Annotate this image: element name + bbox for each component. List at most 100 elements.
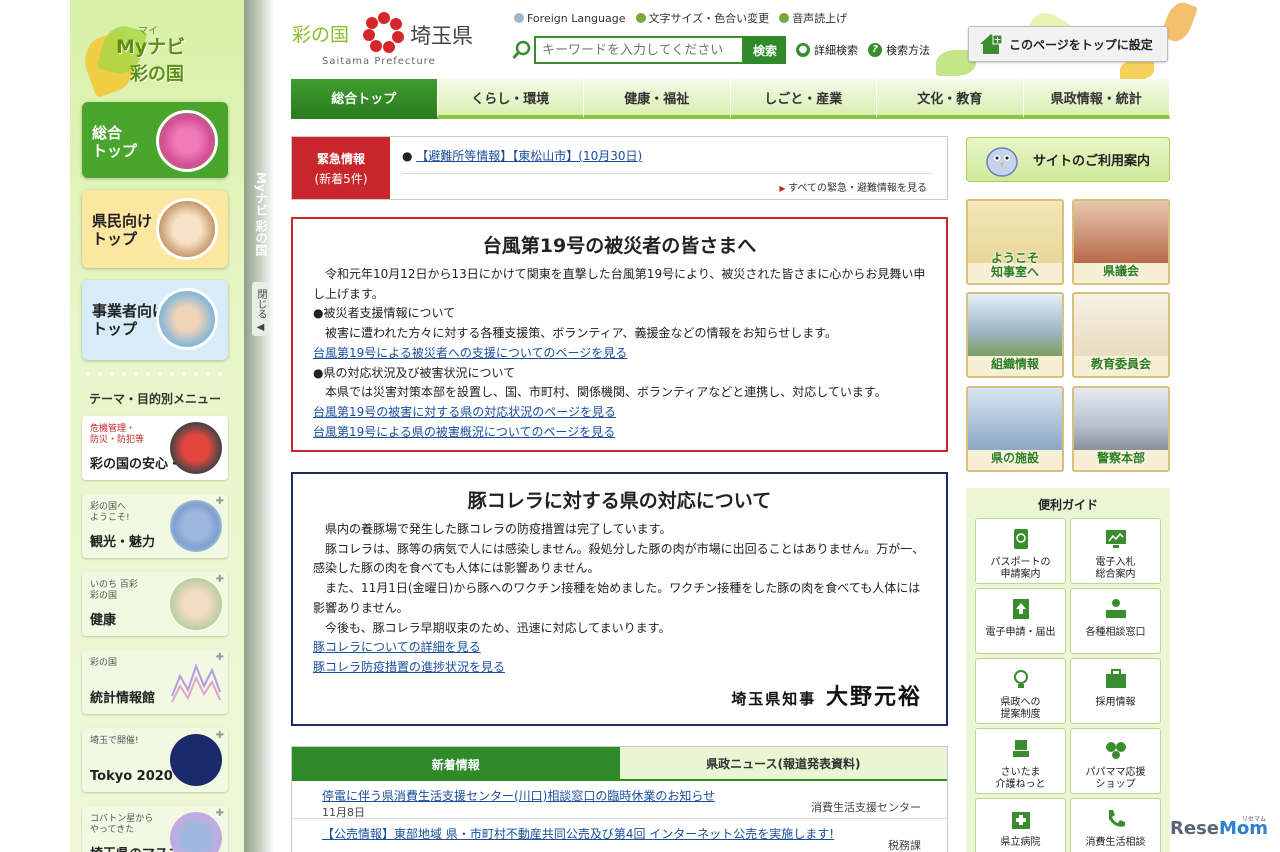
guide-e-bidding[interactable]: 電子入札 総合案内 [1070, 518, 1161, 584]
news-row: 停電に伴う県消費生活支援センター(川口)相談窓口の臨時休業のお知らせ 11月8日… [292, 781, 947, 819]
text-size-color-link[interactable]: 文字サイズ・色合い変更 [635, 10, 770, 26]
guide-label: 県立病院 [1000, 837, 1041, 848]
expand-icon[interactable]: ✚ [216, 808, 224, 819]
flower-photo [156, 110, 218, 172]
guide-parenting-shop[interactable]: パパママ応援 ショップ [1070, 728, 1161, 794]
tab-press-releases[interactable]: 県政ニュース(報道発表資料) [619, 747, 947, 781]
tab-culture-education[interactable]: 文化・教育 [877, 79, 1024, 119]
expand-icon[interactable]: ✚ [216, 574, 224, 585]
watermark-text-a: Rese [1170, 818, 1219, 839]
swine-fever-details-link[interactable]: 豚コレラについての詳細を見る [313, 638, 926, 658]
brand-title-line2: 彩の国 [130, 64, 184, 85]
theme-card-health[interactable]: ✚ いのち 百彩 彩の国 健康 [82, 572, 228, 636]
foreign-language-link[interactable]: Foreign Language [514, 10, 626, 26]
advanced-search-link[interactable]: ● 詳細検索 [796, 42, 858, 58]
chart-graphic-icon [171, 663, 221, 703]
utility-label: Foreign Language [527, 11, 626, 25]
guide-e-application[interactable]: 電子申請・届出 [975, 588, 1066, 654]
search-button[interactable]: 検索 [744, 36, 786, 64]
tab-general-top[interactable]: 総合トップ [291, 79, 438, 119]
set-as-homepage-button[interactable]: + このページをトップに設定 [968, 26, 1168, 62]
tab-health-welfare[interactable]: 健康・福祉 [584, 79, 731, 119]
site-guide-button[interactable]: サイトのご利用案内 [966, 137, 1170, 182]
guide-prefectural-hospital[interactable]: 県立病院 [975, 798, 1066, 852]
hospital-icon [1011, 812, 1030, 829]
typhoon-support-link[interactable]: 台風第19号による被災者への支援についてのページを見る [313, 344, 926, 364]
news-row: 【公売情報】東部地域 県・市町村不動産共同公売及び第4回 インターネット公売を実… [292, 819, 947, 852]
typhoon-response-heading: ●県の対応状況及び被害状況について [313, 365, 516, 380]
tile-governor-office[interactable]: ようこそ 知事室へ [966, 199, 1064, 285]
guide-label: 電子申請・届出 [985, 627, 1056, 638]
sidebar-close-button[interactable]: 閉じる ◀ [252, 282, 268, 336]
tab-latest-info[interactable]: 新着情報 [292, 747, 620, 781]
tile-facilities[interactable]: 県の施設 [966, 386, 1064, 472]
phone-icon [1108, 810, 1125, 827]
theme-card-tokyo2020[interactable]: ✚ 埼玉で開催! Tokyo 2020 [82, 728, 228, 792]
police-motorcycle-photo [1074, 388, 1168, 450]
theme-card-statistics[interactable]: ✚ 彩の国 統計情報館 [82, 650, 228, 714]
tile-board-of-education[interactable]: 教育委員会 [1072, 292, 1170, 378]
emergency-item-link[interactable]: 【避難所等情報】【東松山市】(10月30日) [416, 149, 642, 163]
governor-signature: 埼玉県知事 大野元裕 [731, 686, 922, 710]
guide-recruitment[interactable]: 採用情報 [1070, 658, 1161, 724]
utility-label: 文字サイズ・色合い変更 [648, 12, 770, 25]
expand-icon[interactable]: ✚ [216, 730, 224, 741]
tile-assembly[interactable]: 県議会 [1072, 199, 1170, 285]
family-icon [1105, 742, 1126, 759]
emergency-label-count: (新着5件) [314, 172, 368, 186]
sidebar-nav-residents-top[interactable]: 県民向け トップ [82, 190, 228, 268]
read-aloud-link[interactable]: 音声読上げ [779, 10, 847, 26]
guide-care-net[interactable]: さいたま 介護ねっと [975, 728, 1066, 794]
typhoon-support-text: 被害に遭われた方々に対する各種支援策、ボランティア、義援金などの情報をお知らせし… [325, 326, 838, 341]
tile-police-headquarters[interactable]: 警察本部 [1072, 386, 1170, 472]
news-source: 消費生活支援センター [811, 801, 921, 814]
swine-fever-progress-link[interactable]: 豚コレラ防疫措置の進捗状況を見る [313, 658, 926, 678]
typhoon-notice-intro: 令和元年10月12日から13日にかけて関東を直撃した台風第19号により、被災され… [313, 267, 926, 301]
utility-label: 音声読上げ [792, 12, 848, 25]
mascot-photo [170, 500, 222, 552]
briefcase-icon [1105, 669, 1126, 688]
all-emergency-link[interactable]: すべての緊急・避難情報を見る [779, 179, 927, 194]
passport-icon [1013, 529, 1028, 549]
utility-links: Foreign Language 文字サイズ・色合い変更 音声読上げ [514, 10, 847, 26]
swine-fever-notice-box: 豚コレラに対する県の対応について 県内の養豚場で発生した豚コレラの防疫措置は完了… [291, 472, 948, 726]
tab-work-industry[interactable]: しごと・産業 [730, 79, 877, 119]
sidebar-nav-business-top[interactable]: 事業者向け トップ [82, 280, 228, 360]
search-input[interactable] [534, 36, 744, 64]
tile-caption: 県議会 [1102, 264, 1139, 278]
tab-living-environment[interactable]: くらし・環境 [437, 79, 584, 119]
saitama-prefecture-logo[interactable]: 彩の国 埼玉県 Saitama Prefecture [292, 10, 492, 70]
guide-consultation[interactable]: 各種相談窓口 [1070, 588, 1161, 654]
elderly-photo [170, 578, 222, 630]
guide-consumer-consultation[interactable]: 消費生活相談 [1070, 798, 1161, 852]
typhoon-response-link[interactable]: 台風第19号の被害に対する県の対応状況のページを見る [313, 403, 926, 423]
guide-proposal-system[interactable]: 県政への 提案制度 [975, 658, 1066, 724]
monitor-icon [1105, 530, 1126, 548]
notice-paragraph: 豚コレラは、豚等の病気で人には感染しません。殺処分した豚の肉が市場に出回ることは… [313, 541, 925, 576]
theme-card-mascot[interactable]: ✚ コバトン星から やってきた 埼玉県のマスコット [82, 806, 228, 852]
dot-divider [82, 370, 228, 378]
logo-english-text: Saitama Prefecture [322, 56, 436, 67]
sidebar-nav-general-top[interactable]: 総合 トップ [82, 102, 228, 178]
expand-icon[interactable]: ✚ [216, 496, 224, 507]
search-help-link[interactable]: ? 検索方法 [868, 42, 930, 58]
guide-passport[interactable]: パスポートの 申請案内 [975, 518, 1066, 584]
theme-card-title: 統計情報館 [90, 691, 156, 706]
theme-card-small: 彩の国 [90, 658, 118, 668]
guide-label: 採用情報 [1095, 697, 1136, 708]
theme-card-small: 埼玉で開催! [90, 736, 139, 746]
theme-card-tourism[interactable]: ✚ 彩の国へ ようこそ! 観光・魅力 [82, 494, 228, 558]
emergency-label-title: 緊急情報 [316, 152, 365, 166]
theme-card-title: 健康 [90, 613, 117, 628]
tab-government-statistics[interactable]: 県政情報・統計 [1023, 79, 1170, 119]
tile-organization[interactable]: 組織情報 [966, 292, 1064, 378]
watermark-small-text: リセマム [1242, 816, 1267, 823]
theme-card-title: Tokyo 2020 [90, 769, 173, 784]
news-link[interactable]: 【公売情報】東部地域 県・市町村不動産共同公売及び第4回 インターネット公売を実… [322, 825, 917, 842]
typhoon-damage-link[interactable]: 台風第19号による県の被害概況についてのページを見る [313, 423, 926, 443]
theme-card-small: 彩の国へ ようこそ! [90, 502, 130, 523]
guide-label: パパママ応援 ショップ [1085, 767, 1146, 790]
theme-card-safety[interactable]: 危機管理・ 防災・防犯等 彩の国の安心・安全 [82, 416, 228, 480]
sidebar-rail-label: Myナビ 彩の国 [254, 172, 268, 256]
myNavi-brand-logo[interactable]: マイ Myナビ 彩の国 [77, 21, 236, 99]
